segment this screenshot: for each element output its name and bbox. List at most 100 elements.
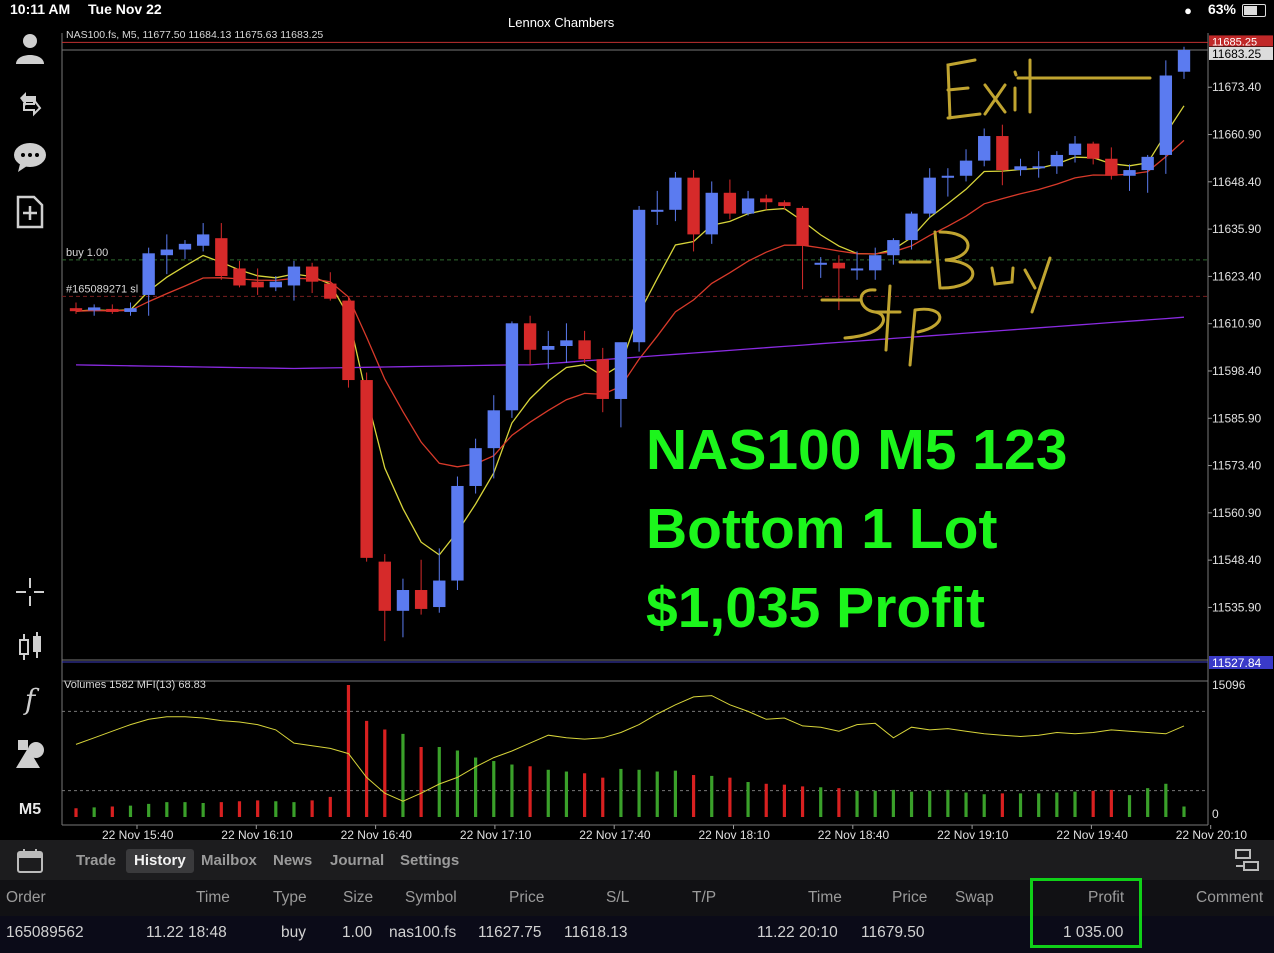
bottom-tab-bar: Trade History Mailbox News Journal Setti… — [0, 840, 1274, 880]
row-order: 165089562 — [6, 924, 84, 941]
tab-history[interactable]: History — [126, 849, 194, 873]
col-type[interactable]: Type — [273, 889, 307, 907]
wifi-icon: ● — [1184, 3, 1192, 18]
tab-trade[interactable]: Trade — [76, 849, 116, 873]
overlay-subtitle: Bottom 1 Lot — [646, 497, 998, 561]
stop-annotation — [820, 284, 942, 367]
indicators-icon[interactable]: f — [12, 682, 48, 718]
candle-body — [396, 590, 410, 611]
account-name: Lennox Chambers — [508, 15, 615, 30]
account-icon[interactable] — [12, 30, 48, 66]
crosshair-icon[interactable] — [12, 574, 48, 610]
col-close-time[interactable]: Time — [808, 889, 842, 907]
y-tick-label: 11585.90 — [1212, 411, 1261, 425]
calendar-icon[interactable] — [16, 848, 44, 873]
col-comment[interactable]: Comment — [1196, 889, 1263, 907]
x-tick-label: 22 Nov 19:10 — [937, 828, 1009, 840]
candle-body — [1141, 156, 1154, 171]
y-tick-label: 11560.90 — [1212, 506, 1261, 520]
left-toolbar: f M5 — [0, 20, 60, 840]
candle-body — [760, 198, 773, 203]
low-price-label: 11527.84 — [1212, 656, 1261, 670]
row-type: buy — [281, 924, 306, 941]
candle-body — [723, 192, 737, 214]
battery-icon — [1242, 4, 1266, 17]
candle-body — [124, 308, 137, 312]
candle-body — [196, 234, 210, 246]
tab-journal[interactable]: Journal — [330, 849, 384, 873]
col-sl[interactable]: S/L — [606, 889, 629, 907]
col-swap[interactable]: Swap — [955, 889, 994, 907]
tab-settings[interactable]: Settings — [400, 849, 459, 873]
trade-icon[interactable] — [12, 84, 48, 120]
candle-body — [233, 268, 246, 286]
x-tick-label: 22 Nov 19:40 — [1056, 828, 1128, 840]
clock: 10:11 AM — [10, 1, 71, 17]
buy-level-line-label: buy 1.00 — [66, 247, 108, 259]
y-tick-label: 11573.40 — [1212, 459, 1261, 473]
x-tick-label: 22 Nov 18:40 — [818, 828, 890, 840]
col-tp[interactable]: T/P — [692, 889, 716, 907]
candle-body — [996, 136, 1009, 171]
candle-body — [1014, 166, 1027, 171]
x-tick-label: 22 Nov 20:10 — [1176, 828, 1248, 840]
candle-body — [832, 262, 846, 269]
y-tick-label: 11648.40 — [1212, 175, 1261, 189]
candle-body — [796, 207, 809, 246]
candle-body — [451, 485, 464, 581]
col-close-price[interactable]: Price — [892, 889, 927, 907]
candle-body — [560, 340, 573, 346]
tab-news[interactable]: News — [273, 849, 312, 873]
volume-zero-label: 0 — [1212, 807, 1219, 821]
candle-body — [287, 266, 301, 286]
col-price[interactable]: Price — [509, 889, 544, 907]
chat-icon[interactable] — [12, 138, 48, 174]
candle-body — [905, 213, 918, 241]
candle-body — [360, 380, 373, 558]
candle-body — [578, 340, 591, 360]
layout-icon[interactable] — [1234, 848, 1260, 872]
y-tick-label: 11635.90 — [1212, 222, 1261, 236]
y-tick-label: 11598.40 — [1212, 364, 1261, 378]
col-order[interactable]: Order — [6, 889, 46, 907]
col-symbol[interactable]: Symbol — [405, 889, 457, 907]
candle-body — [850, 268, 864, 271]
y-tick-label: 11610.90 — [1212, 317, 1261, 331]
candle-body — [106, 308, 119, 312]
candle-body — [414, 590, 428, 609]
candle-body — [941, 175, 955, 178]
y-tick-label: 11548.40 — [1212, 553, 1261, 567]
candle-body — [869, 255, 882, 271]
candle-body — [142, 253, 155, 295]
chart-area[interactable]: 11673.40 11660.90 11648.40 11635.90 11623.40… — [0, 20, 1274, 840]
row-time: 11.22 18:48 — [146, 924, 227, 941]
candle-body — [1177, 49, 1191, 72]
col-size[interactable]: Size — [343, 889, 373, 907]
bid-price-label: 11683.25 — [1212, 47, 1261, 61]
candle-body — [959, 160, 973, 176]
x-tick-label: 22 Nov 18:10 — [699, 828, 771, 840]
candle-body — [596, 359, 609, 399]
candle-body — [269, 281, 282, 288]
tab-mailbox[interactable]: Mailbox — [201, 849, 257, 873]
candle-body — [378, 561, 391, 611]
candle-body — [1123, 170, 1136, 176]
row-symbol: nas100.fs — [389, 924, 457, 941]
candles-icon[interactable] — [12, 628, 48, 664]
candle-body — [651, 209, 664, 212]
candle-body — [215, 238, 228, 277]
objects-icon[interactable] — [12, 736, 48, 772]
volume-panel-title: Volumes 1582 MFI(13) 68.83 — [64, 679, 206, 691]
x-tick-label: 22 Nov 17:40 — [579, 828, 651, 840]
candle-body — [251, 281, 264, 288]
candle-body — [87, 307, 101, 311]
x-tick-label: 22 Nov 15:40 — [102, 828, 174, 840]
date: Tue Nov 22 — [88, 1, 162, 17]
x-tick-label: 22 Nov 17:10 — [460, 828, 532, 840]
new-order-icon[interactable] — [12, 194, 48, 230]
col-time[interactable]: Time — [196, 889, 230, 907]
candle-body — [542, 346, 555, 350]
ma-long-line — [75, 316, 1185, 370]
row-sl: 11618.13 — [564, 924, 628, 941]
timeframe-button[interactable]: M5 — [12, 792, 48, 828]
